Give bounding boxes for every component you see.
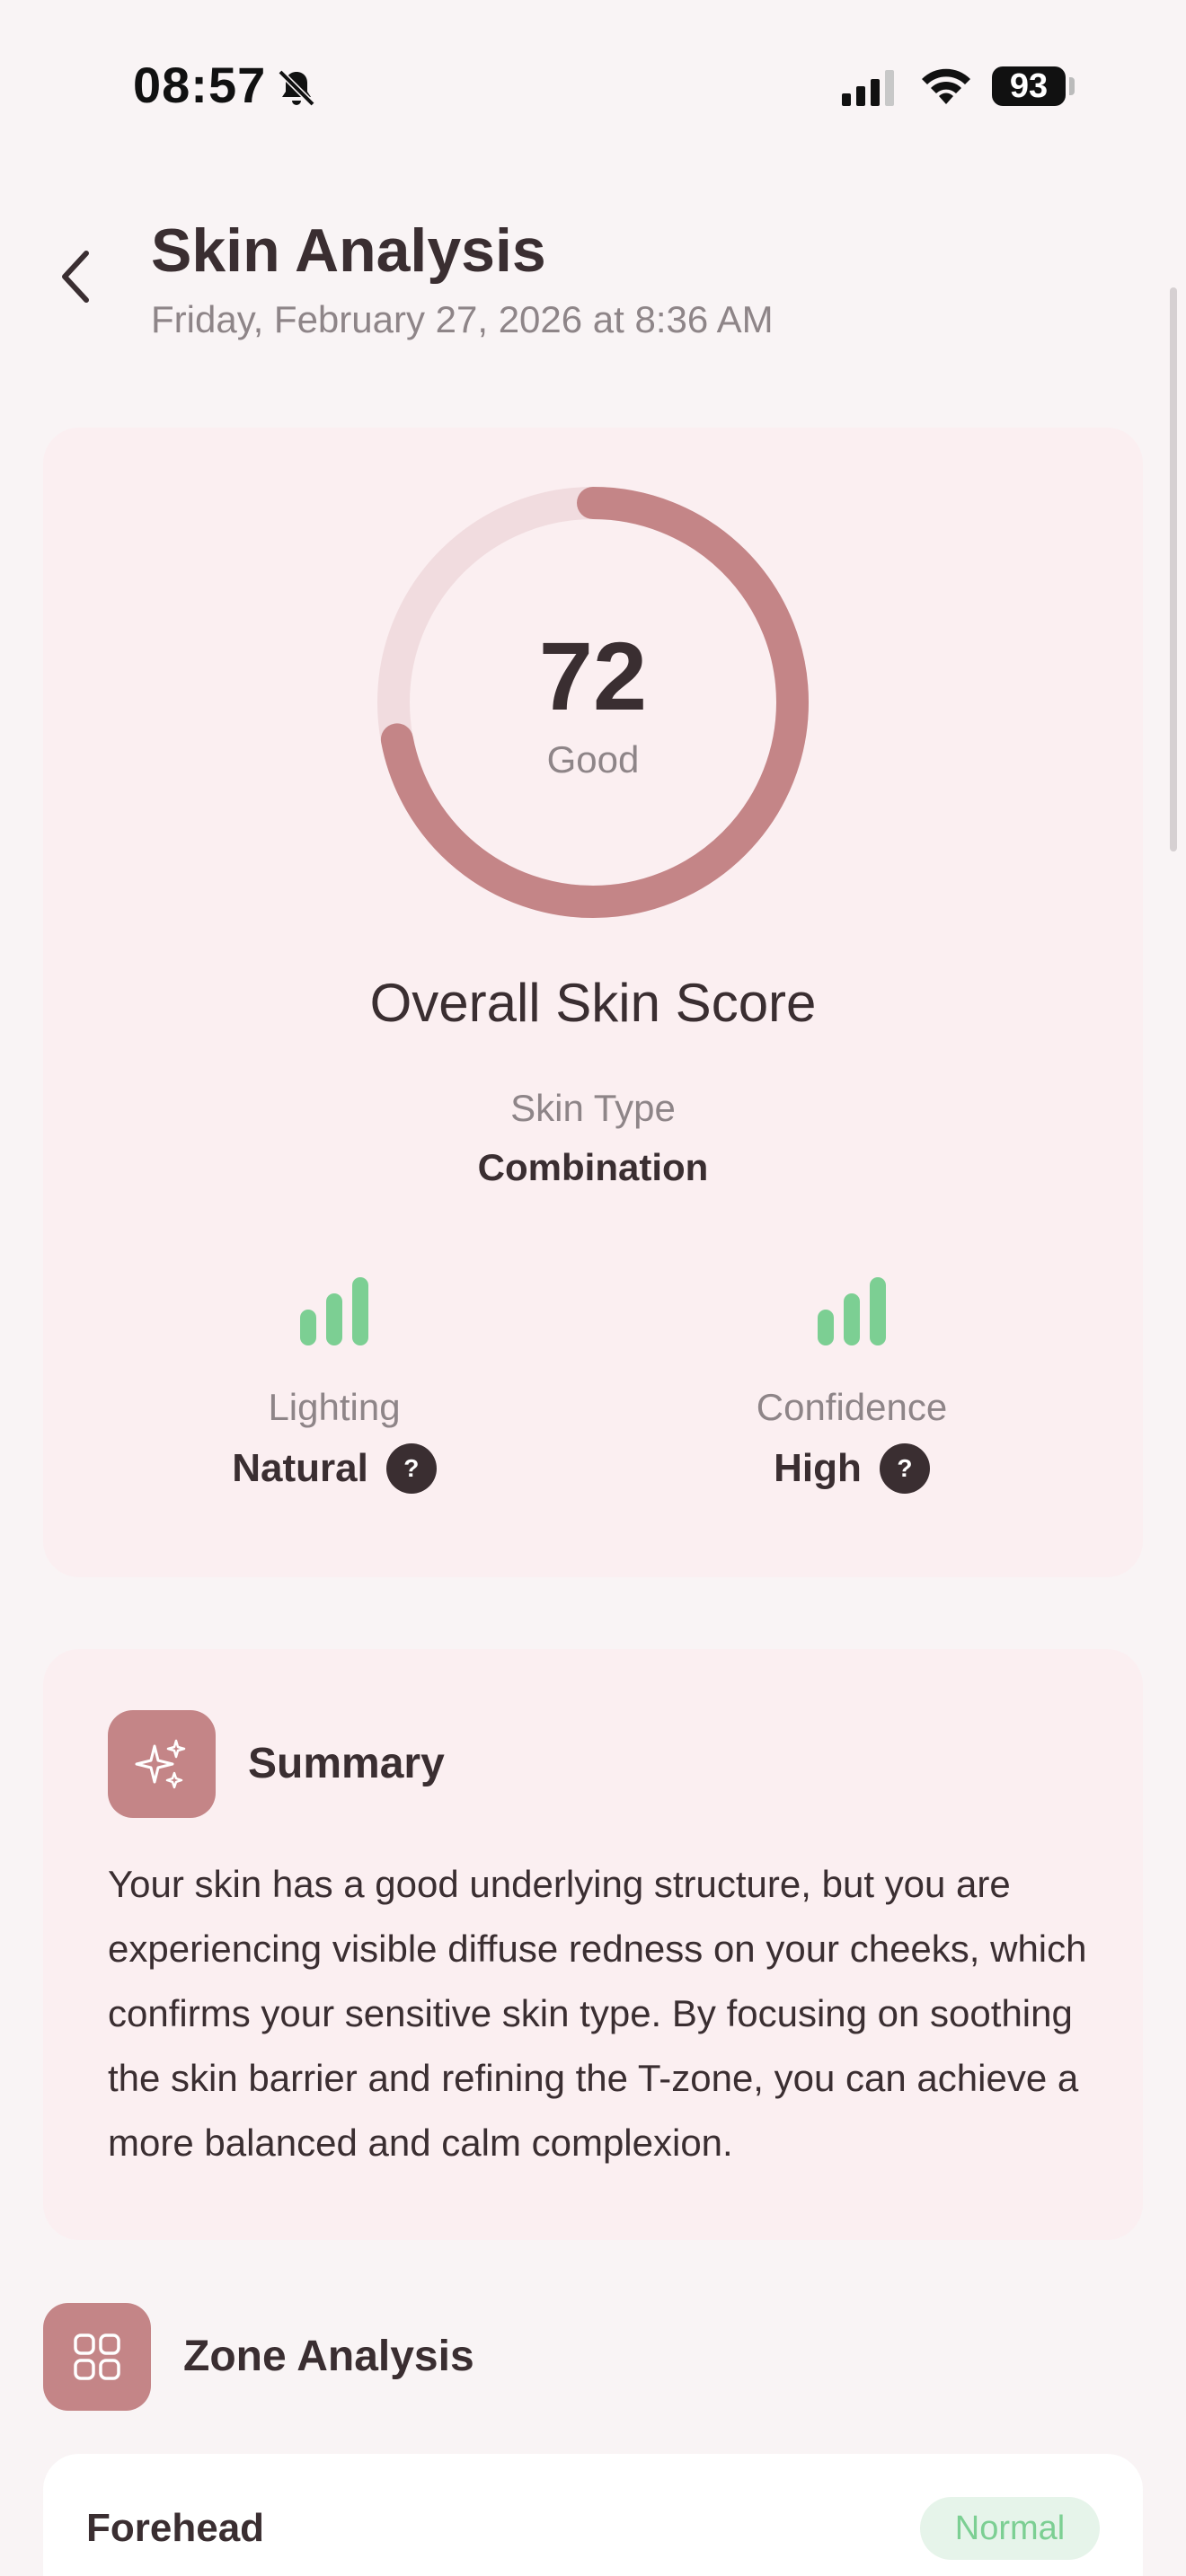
signal-bars-icon — [300, 1277, 368, 1345]
zone-icon-box — [43, 2303, 151, 2411]
metric-confidence: Confidence High ? — [690, 1275, 1013, 1494]
scroll-indicator[interactable] — [1170, 287, 1177, 851]
help-icon[interactable]: ? — [879, 1443, 930, 1494]
chevron-left-icon[interactable] — [56, 248, 95, 305]
bell-slash-icon — [278, 69, 315, 107]
metric-label: Confidence — [756, 1386, 948, 1428]
zone-status-badge: Normal — [920, 2497, 1100, 2560]
summary-title: Summary — [248, 1740, 445, 1787]
page-title: Skin Analysis — [151, 216, 546, 285]
metric-value: High — [774, 1446, 862, 1490]
summary-text: Your skin has a good underlying structur… — [108, 1863, 1087, 2164]
status-bar: 08:57 93 — [0, 0, 1186, 171]
score-value: 72 — [538, 622, 648, 730]
metric-value: Natural — [232, 1446, 368, 1490]
wifi-icon — [922, 68, 970, 104]
metric-value-row: Natural ? — [173, 1443, 496, 1494]
summary-icon-box — [108, 1710, 216, 1818]
zone-name: Forehead — [86, 2506, 265, 2550]
zone-analysis-title: Zone Analysis — [183, 2333, 474, 2380]
score-title: Overall Skin Score — [369, 973, 817, 1033]
battery-tip — [1069, 77, 1075, 95]
metric-lighting: Lighting Natural ? — [173, 1275, 496, 1494]
cellular-signal-icon — [842, 70, 894, 106]
grid-icon — [74, 2333, 120, 2380]
metric-value-row: High ? — [690, 1443, 1013, 1494]
battery-indicator: 93 — [992, 66, 1066, 106]
status-time: 08:57 — [133, 57, 267, 113]
skin-type-label: Skin Type — [510, 1087, 676, 1129]
page-subtitle: Friday, February 27, 2026 at 8:36 AM — [151, 298, 774, 340]
score-grade: Good — [546, 738, 640, 781]
skin-type-value: Combination — [477, 1146, 709, 1188]
sparkles-icon — [135, 1739, 186, 1789]
help-icon[interactable]: ? — [385, 1443, 437, 1494]
signal-bars-icon — [818, 1277, 886, 1345]
metric-label: Lighting — [268, 1386, 401, 1428]
